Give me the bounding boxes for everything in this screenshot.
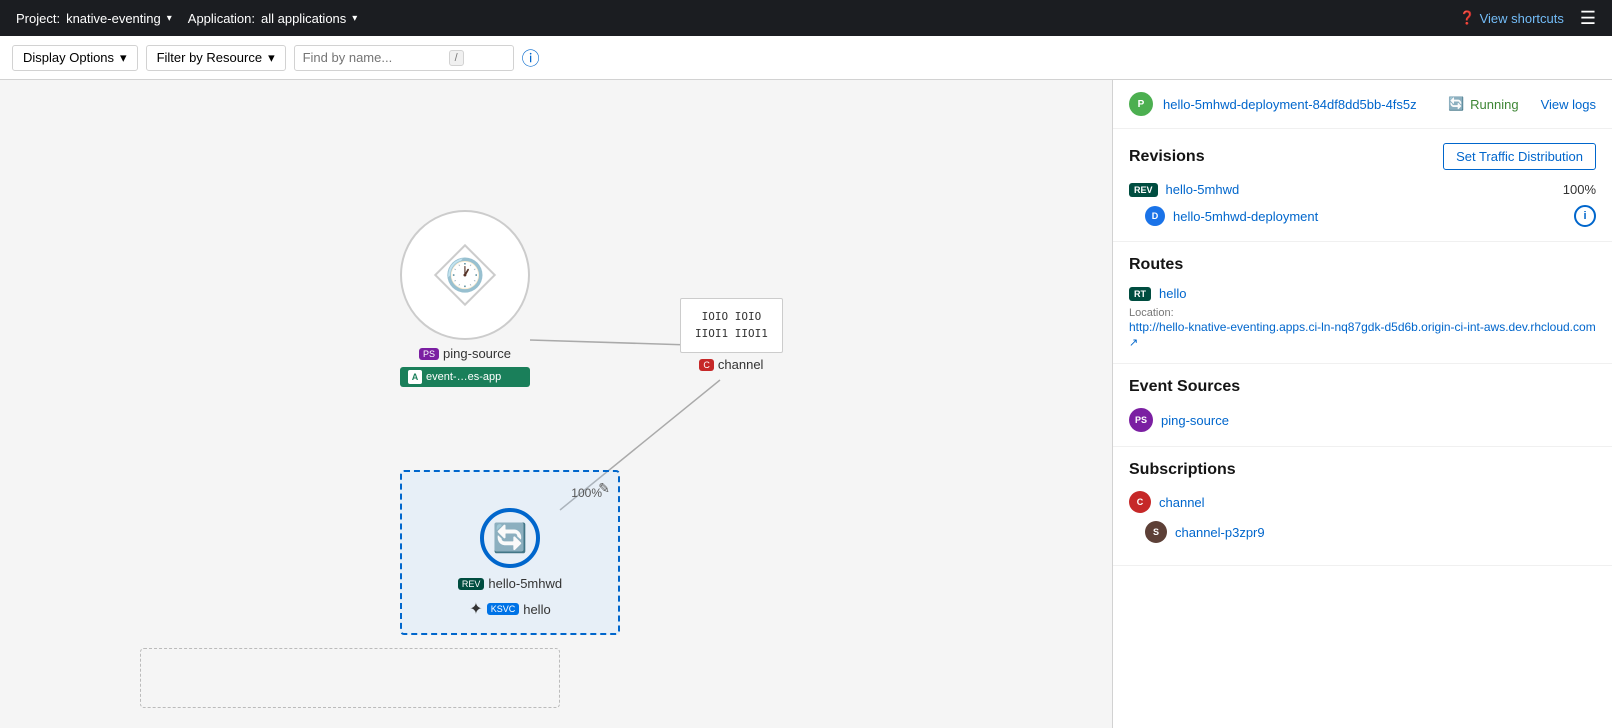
channel-type-badge: C	[699, 359, 714, 371]
project-chevron-icon: ▾	[167, 13, 172, 24]
revision-row: REV hello-5mhwd 100%	[1129, 182, 1596, 197]
deployment-row: D hello-5mhwd-deployment i	[1145, 205, 1596, 227]
event-source-ps-badge: PS	[1129, 408, 1153, 432]
filter-chevron-icon: ▾	[268, 50, 275, 66]
question-icon: ❓	[1459, 10, 1475, 26]
revision-link[interactable]: hello-5mhwd	[1166, 182, 1240, 197]
a-icon: A	[408, 370, 422, 384]
pod-type-badge: P	[1129, 92, 1153, 116]
slash-shortcut-badge: /	[449, 50, 464, 66]
filter-by-resource-button[interactable]: Filter by Resource ▾	[146, 45, 286, 71]
ping-source-clock-icon: 🕐	[445, 256, 485, 294]
routes-header: Routes	[1129, 256, 1596, 274]
channel-p-sub-row: S channel-p3zpr9	[1145, 521, 1596, 543]
hello-ksvc-name: hello	[523, 602, 550, 617]
deployment-link[interactable]: hello-5mhwd-deployment	[1173, 209, 1318, 224]
channel-p-sub-badge: S	[1145, 521, 1167, 543]
channel-label: channel	[718, 357, 764, 372]
rev-label-row: REV hello-5mhwd	[418, 576, 602, 591]
deployment-info-icon[interactable]: i	[1574, 205, 1596, 227]
channel-rect: IOIO IOIOIIOI1 IIOI1	[680, 298, 783, 353]
bottom-placeholder-box	[140, 648, 560, 708]
edit-icon[interactable]: ✎	[598, 480, 610, 497]
project-name: knative-eventing	[66, 11, 161, 26]
hello-revision-box[interactable]: ✎ 100% 🔄 REV hello-5mhwd ✦ KSVC hello	[400, 470, 620, 635]
hamburger-menu-icon[interactable]: ☰	[1580, 8, 1596, 29]
ping-source-label-row: PS ping-source	[400, 346, 530, 361]
channel-sub-row: C channel	[1129, 491, 1596, 513]
route-link[interactable]: hello	[1159, 286, 1186, 301]
event-source-link[interactable]: ping-source	[1161, 413, 1229, 428]
rt-badge: RT	[1129, 287, 1151, 301]
hello-percent: 100%	[418, 486, 602, 500]
view-logs-link[interactable]: View logs	[1541, 97, 1596, 112]
app-label: Application:	[188, 11, 255, 26]
revisions-title: Revisions	[1129, 148, 1205, 166]
hello-ksvc-row: ✦ KSVC hello	[418, 599, 602, 619]
event-app-name: event-…es-app	[426, 371, 501, 383]
hello-icon-wrap: 🔄	[418, 508, 602, 568]
subscriptions-section: Subscriptions C channel S channel-p3zpr9	[1113, 447, 1612, 566]
revisions-section: Revisions Set Traffic Distribution REV h…	[1113, 129, 1612, 242]
rev-badge: REV	[1129, 183, 1158, 197]
right-panel: P hello-5mhwd-deployment-84df8dd5bb-4fs5…	[1112, 80, 1612, 728]
ksvc-type-badge: KSVC	[487, 603, 520, 615]
route-location-label: Location:	[1129, 307, 1596, 319]
channel-sub-badge: C	[1129, 491, 1151, 513]
project-label: Project:	[16, 11, 60, 26]
app-selector[interactable]: Application: all applications ▾	[188, 11, 358, 26]
routes-title: Routes	[1129, 256, 1183, 274]
set-traffic-distribution-button[interactable]: Set Traffic Distribution	[1443, 143, 1596, 170]
channel-sub-link[interactable]: channel	[1159, 495, 1205, 510]
ping-source-circle: 🕐	[400, 210, 530, 340]
ps-type-badge: PS	[419, 348, 439, 360]
search-field-wrap: /	[294, 45, 514, 71]
app-name: all applications	[261, 11, 346, 26]
route-row: RT hello	[1129, 286, 1596, 301]
rev-name: hello-5mhwd	[488, 576, 562, 591]
subscriptions-title: Subscriptions	[1129, 461, 1236, 479]
route-url-link[interactable]: http://hello-knative-eventing.apps.ci-ln…	[1129, 320, 1596, 349]
inner-arrows-icon: 🔄	[493, 522, 528, 555]
top-nav: Project: knative-eventing ▾ Application:…	[0, 0, 1612, 36]
ksvc-star-icon: ✦	[469, 599, 482, 619]
channel-p-sub-link[interactable]: channel-p3zpr9	[1175, 525, 1265, 540]
display-options-button[interactable]: Display Options ▾	[12, 45, 138, 71]
sync-icon: 🔄	[1448, 96, 1464, 112]
event-sources-header: Event Sources	[1129, 378, 1596, 396]
revisions-header: Revisions Set Traffic Distribution	[1129, 143, 1596, 170]
view-shortcuts-link[interactable]: ❓ View shortcuts	[1459, 10, 1563, 26]
event-app-badge[interactable]: A event-…es-app	[400, 367, 530, 387]
event-sources-section: Event Sources PS ping-source	[1113, 364, 1612, 447]
search-input[interactable]	[303, 50, 443, 65]
ksvc-icon: 🔄	[480, 508, 540, 568]
revision-percent: 100%	[1563, 182, 1596, 197]
nav-right: ❓ View shortcuts ☰	[1459, 8, 1596, 29]
app-chevron-icon: ▾	[352, 13, 357, 24]
ping-source-node[interactable]: 🕐 PS ping-source A event-…es-app	[400, 210, 530, 387]
pod-status: 🔄 Running	[1448, 96, 1519, 112]
main-layout: 🕐 PS ping-source A event-…es-app IOIO IO…	[0, 80, 1612, 728]
routes-section: Routes RT hello Location: http://hello-k…	[1113, 242, 1612, 364]
pod-status-row: P hello-5mhwd-deployment-84df8dd5bb-4fs5…	[1113, 80, 1612, 129]
toolbar: Display Options ▾ Filter by Resource ▾ /…	[0, 36, 1612, 80]
event-sources-title: Event Sources	[1129, 378, 1240, 396]
rev-type-badge: REV	[458, 578, 485, 590]
deployment-badge: D	[1145, 206, 1165, 226]
display-options-chevron-icon: ▾	[120, 50, 127, 66]
pod-link[interactable]: hello-5mhwd-deployment-84df8dd5bb-4fs5z	[1163, 97, 1417, 112]
external-link-icon: ↗	[1129, 337, 1138, 349]
project-selector[interactable]: Project: knative-eventing ▾	[16, 11, 172, 26]
subscriptions-header: Subscriptions	[1129, 461, 1596, 479]
channel-pattern: IOIO IOIOIIOI1 IIOI1	[695, 309, 768, 342]
ping-source-name: ping-source	[443, 346, 511, 361]
info-icon[interactable]: ⓘ	[522, 45, 540, 71]
channel-label-row: C channel	[680, 357, 783, 372]
route-url-text: http://hello-knative-eventing.apps.ci-ln…	[1129, 320, 1596, 334]
channel-node[interactable]: IOIO IOIOIIOI1 IIOI1 C channel	[680, 298, 783, 372]
topology-canvas[interactable]: 🕐 PS ping-source A event-…es-app IOIO IO…	[0, 80, 1112, 728]
pod-status-text: Running	[1470, 97, 1518, 112]
event-source-row: PS ping-source	[1129, 408, 1596, 432]
